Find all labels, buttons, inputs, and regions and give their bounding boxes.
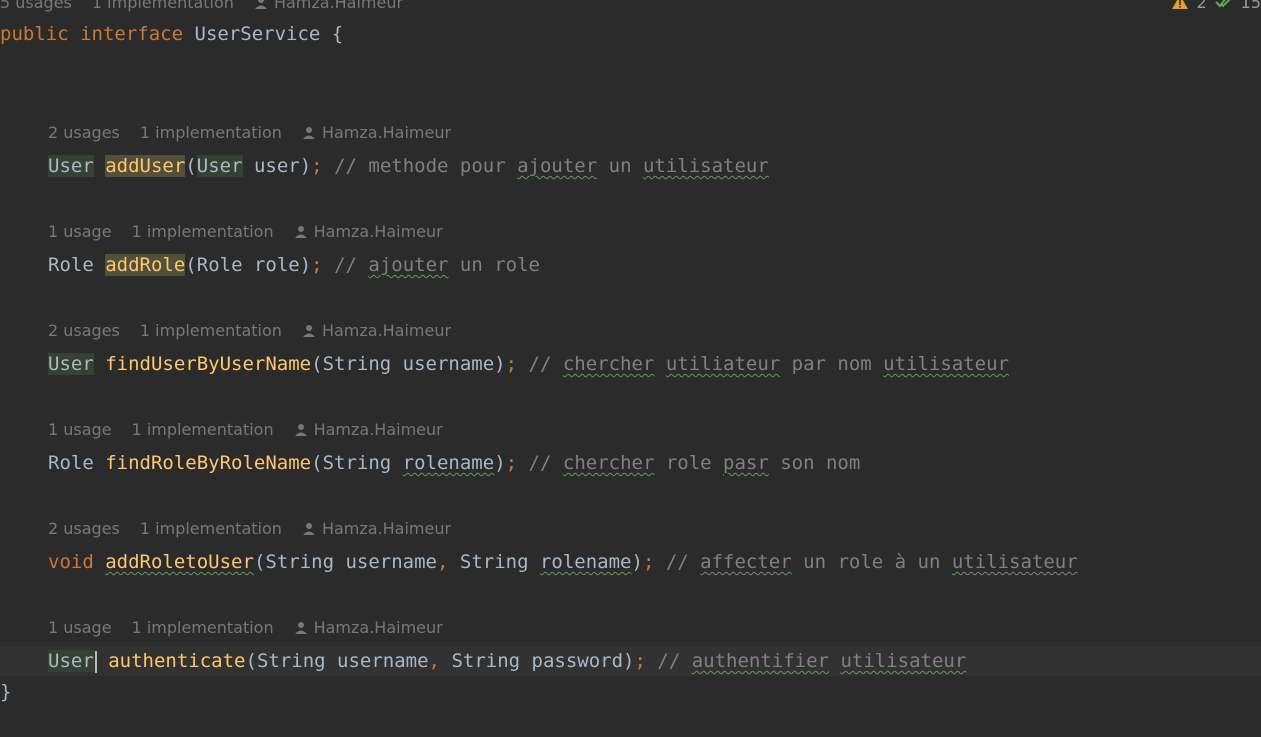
- method-inlay-hint: 2 usages 1 implementation Hamza.Haimeur: [0, 320, 1261, 342]
- method-name[interactable]: authenticate: [108, 650, 245, 672]
- keyword: interface: [80, 23, 184, 45]
- method-inlay-hint: 1 usage 1 implementation Hamza.Haimeur: [0, 419, 1261, 441]
- usages-link[interactable]: 2 usages: [48, 122, 120, 144]
- return-type[interactable]: User: [48, 353, 94, 375]
- method-inlay-hint: 1 usage 1 implementation Hamza.Haimeur: [0, 221, 1261, 243]
- implementations-link[interactable]: 1 implementation: [140, 518, 282, 540]
- code-line-method[interactable]: User findUserByUserName(String username)…: [0, 349, 1261, 379]
- method-inlay-hint: 2 usages 1 implementation Hamza.Haimeur: [0, 518, 1261, 540]
- semicolon: ;: [642, 551, 655, 573]
- usages-link[interactable]: 1 usage: [48, 617, 112, 639]
- interface-inlay-hint: 5 usages 1 implementation Hamza.Haimeur: [0, 0, 1261, 14]
- person-icon: [254, 0, 267, 9]
- author-hint: Hamza.Haimeur: [302, 320, 451, 342]
- person-icon: [302, 325, 315, 337]
- param-name: rolename: [402, 452, 495, 474]
- param-type[interactable]: User: [196, 155, 243, 177]
- param-name: rolename: [539, 551, 632, 573]
- code-line-method-current[interactable]: User authenticate(String username, Strin…: [0, 646, 1261, 676]
- person-icon: [302, 523, 315, 535]
- usages-link[interactable]: 2 usages: [48, 518, 120, 540]
- return-type[interactable]: Role: [48, 254, 94, 276]
- comment: // ajouter un role: [334, 254, 540, 276]
- code-line-closing[interactable]: }: [0, 677, 1261, 707]
- comment: // affecter un role à un utilisateur: [665, 551, 1078, 573]
- author-hint: Hamza.Haimeur: [302, 518, 451, 540]
- param-name: username: [391, 353, 495, 375]
- method-name[interactable]: addRoletoUser: [105, 551, 254, 573]
- return-type[interactable]: User: [48, 650, 94, 672]
- comma: ,: [436, 551, 449, 573]
- code-line-method[interactable]: Role addRole(Role role); // ajouter un r…: [0, 250, 1261, 280]
- param-type[interactable]: Role: [197, 254, 243, 276]
- method-name[interactable]: findUserByUserName: [105, 353, 311, 375]
- param-name: password: [520, 650, 624, 672]
- person-icon: [294, 622, 307, 634]
- semicolon: ;: [505, 452, 518, 474]
- method-name[interactable]: addUser: [105, 155, 186, 177]
- return-type[interactable]: User: [48, 155, 94, 177]
- param-name: user: [242, 155, 300, 177]
- param-type[interactable]: String: [448, 551, 529, 573]
- person-icon: [294, 424, 307, 436]
- code-line-method[interactable]: Role findRoleByRoleName(String rolename)…: [0, 448, 1261, 478]
- implementations-link[interactable]: 1 implementation: [132, 617, 274, 639]
- method-name[interactable]: addRole: [105, 254, 186, 276]
- usages-link[interactable]: 2 usages: [48, 320, 120, 342]
- return-type[interactable]: Role: [48, 452, 94, 474]
- author-hint: Hamza.Haimeur: [302, 122, 451, 144]
- comment: // authentifier utilisateur: [657, 650, 967, 672]
- keyword: public: [0, 23, 69, 45]
- implementations-link[interactable]: 1 implementation: [140, 320, 282, 342]
- interface-name[interactable]: UserService: [195, 23, 321, 45]
- comment: // chercher utiliateur par nom utilisate…: [528, 353, 1010, 375]
- open-brace: {: [331, 23, 344, 45]
- semicolon: ;: [311, 254, 323, 276]
- param-type[interactable]: String: [265, 551, 334, 573]
- semicolon: ;: [311, 155, 323, 177]
- method-name[interactable]: findRoleByRoleName: [105, 452, 311, 474]
- usages-link[interactable]: 5 usages: [0, 0, 72, 14]
- code-line-interface[interactable]: public interface UserService {: [0, 19, 1261, 49]
- comment: // methode pour ajouter un utilisateur: [334, 155, 769, 177]
- param-type[interactable]: String: [257, 650, 326, 672]
- param-name: role: [242, 254, 300, 276]
- param-type[interactable]: String: [323, 452, 392, 474]
- implementations-link[interactable]: 1 implementation: [132, 221, 274, 243]
- semicolon: ;: [505, 353, 518, 375]
- comma: ,: [428, 650, 440, 672]
- author-hint: Hamza.Haimeur: [294, 419, 443, 441]
- author-hint: Hamza.Haimeur: [294, 617, 443, 639]
- implementations-link[interactable]: 1 implementation: [132, 419, 274, 441]
- code-line-method[interactable]: void addRoletoUser(String username, Stri…: [0, 547, 1261, 577]
- semicolon: ;: [634, 650, 646, 672]
- param-type[interactable]: String: [440, 650, 520, 672]
- author-hint: Hamza.Haimeur: [294, 221, 443, 243]
- method-inlay-hint: 2 usages 1 implementation Hamza.Haimeur: [0, 122, 1261, 144]
- implementations-link[interactable]: 1 implementation: [92, 0, 234, 14]
- param-name: username: [325, 650, 429, 672]
- usages-link[interactable]: 1 usage: [48, 221, 112, 243]
- close-brace: }: [0, 681, 12, 703]
- usages-link[interactable]: 1 usage: [48, 419, 112, 441]
- param-type[interactable]: String: [323, 353, 392, 375]
- implementations-link[interactable]: 1 implementation: [140, 122, 282, 144]
- param-name: username: [334, 551, 437, 573]
- return-type[interactable]: void: [48, 551, 94, 573]
- person-icon: [294, 226, 307, 238]
- author-hint: Hamza.Haimeur: [254, 0, 403, 14]
- code-line-method[interactable]: User addUser(User user); // methode pour…: [0, 151, 1261, 181]
- comment: // chercher role pasr son nom: [528, 452, 861, 474]
- person-icon: [302, 127, 315, 139]
- method-inlay-hint: 1 usage 1 implementation Hamza.Haimeur: [0, 617, 1261, 639]
